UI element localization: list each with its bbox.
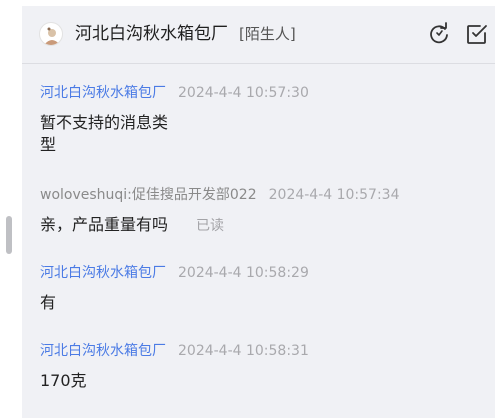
contact-name[interactable]: 河北白沟秋水箱包厂: [75, 23, 228, 45]
refresh-icon: [430, 22, 448, 44]
message-line: 型: [40, 135, 57, 154]
stranger-tag: [陌生人]: [239, 25, 296, 43]
message-sender[interactable]: 河北白沟秋水箱包厂: [40, 265, 166, 281]
chat-header: 河北白沟秋水箱包厂 [陌生人]: [22, 6, 495, 64]
message-sender[interactable]: 河北白沟秋水箱包厂: [40, 85, 166, 101]
message-time: 2024-4-4 10:57:30: [178, 85, 309, 101]
message-item: 河北白沟秋水箱包厂 2024-4-4 10:58:31 170克: [40, 342, 309, 392]
multi-select-button[interactable]: [465, 22, 489, 46]
chat-panel: 河北白沟秋水箱包厂 [陌生人] 河北白沟秋水箱包厂 2024-4-4 10:57:…: [22, 6, 495, 418]
message-item: woloveshuqi:促佳搜品开发部022 2024-4-4 10:57:34 …: [40, 186, 400, 237]
refresh-button[interactable]: [427, 22, 451, 46]
message-body: 有: [40, 292, 309, 314]
message-item: 河北白沟秋水箱包厂 2024-4-4 10:58:29 有: [40, 264, 309, 314]
message-line: 有: [40, 293, 57, 312]
message-body: 亲，产品重量有吗 已读: [40, 214, 400, 237]
message-line: 170克: [40, 371, 87, 390]
checkbox-edit-icon: [467, 25, 487, 44]
message-time: 2024-4-4 10:58:29: [178, 265, 309, 281]
message-item: 河北白沟秋水箱包厂 2024-4-4 10:57:30 暂不支持的消息类 型: [40, 84, 309, 156]
message-sender[interactable]: woloveshuqi:促佳搜品开发部022: [40, 187, 257, 203]
message-time: 2024-4-4 10:57:34: [268, 187, 400, 203]
message-body: 暂不支持的消息类 型: [40, 112, 309, 156]
message-sender[interactable]: 河北白沟秋水箱包厂: [40, 343, 166, 359]
scrollbar-thumb[interactable]: [6, 216, 12, 254]
avatar-image-icon: [44, 27, 60, 45]
message-time: 2024-4-4 10:58:31: [178, 343, 309, 359]
message-line: 暂不支持的消息类: [40, 113, 169, 132]
message-body: 170克: [40, 370, 309, 392]
chat-window: 河北白沟秋水箱包厂 [陌生人] 河北白沟秋水箱包厂 2024-4-4 10:57:…: [0, 0, 495, 418]
message-line: 亲，产品重量有吗: [40, 215, 169, 234]
contact-avatar[interactable]: [39, 22, 63, 46]
read-status: 已读: [196, 218, 225, 234]
